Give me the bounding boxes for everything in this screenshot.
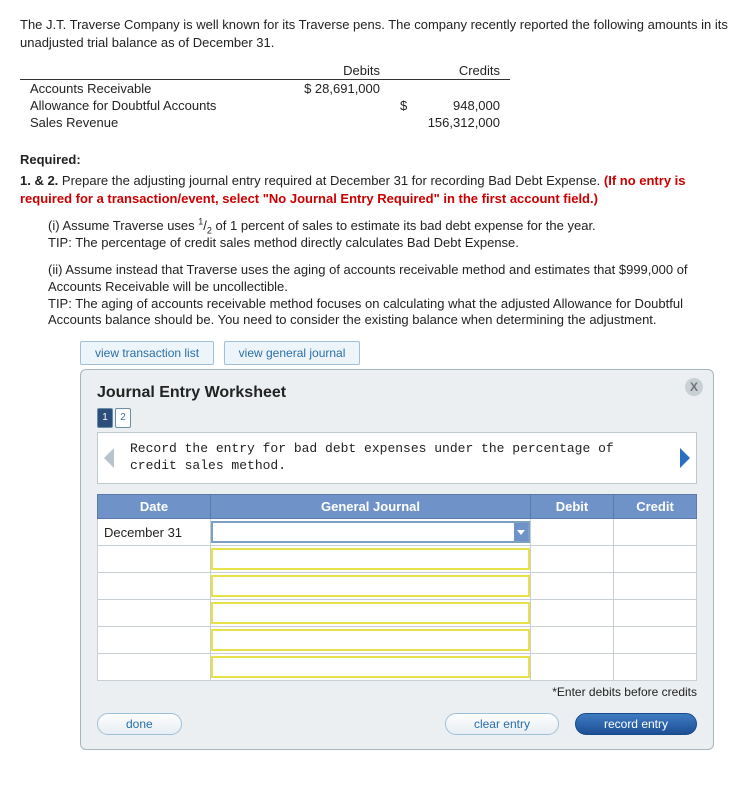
credit-cell-1[interactable] [614,546,697,573]
row-ar-debit: $ 28,691,000 [270,80,390,98]
page-2-button[interactable]: 2 [115,408,131,428]
pager: 1 2 [97,408,697,428]
col-general-journal: General Journal [211,495,531,519]
worksheet-title: Journal Entry Worksheet [97,384,697,402]
account-cell-2[interactable] [211,573,531,600]
col-date: Date [98,495,211,519]
credit-cell-3[interactable] [614,600,697,627]
account-select-0[interactable] [211,519,531,546]
row-allowance-credit: $948,000 [390,97,510,114]
col-credits: Credits [390,62,510,80]
req-ii-tip: TIP: The aging of accounts receivable me… [48,296,683,328]
debit-cell-4[interactable] [531,627,614,654]
date-cell-1[interactable] [98,546,211,573]
col-debits: Debits [270,62,390,80]
account-cell-4[interactable] [211,627,531,654]
next-arrow-icon[interactable] [674,433,696,483]
row-sales-credit: 156,312,000 [390,114,510,131]
view-general-journal-button[interactable]: view general journal [224,341,361,365]
req-text: Prepare the adjusting journal entry requ… [58,173,604,188]
account-cell-1[interactable] [211,546,531,573]
account-cell-5[interactable] [211,654,531,681]
date-cell-5[interactable] [98,654,211,681]
date-cell-3[interactable] [98,600,211,627]
req-i-a: (i) Assume Traverse uses [48,218,198,233]
req-number: 1. & 2. [20,173,58,188]
close-icon[interactable]: X [685,378,703,396]
row-sales: Sales Revenue [20,114,270,131]
prev-arrow-icon[interactable] [98,433,120,483]
footnote: *Enter debits before credits [97,685,697,699]
done-button[interactable]: done [97,713,182,735]
debit-cell-2[interactable] [531,573,614,600]
col-debit: Debit [531,495,614,519]
intro-text: The J.T. Traverse Company is well known … [20,16,732,52]
credit-cell-2[interactable] [614,573,697,600]
debit-cell-1[interactable] [531,546,614,573]
credit-cell-5[interactable] [614,654,697,681]
trial-balance-table: Debits Credits Accounts Receivable $ 28,… [20,62,510,131]
date-cell-4[interactable] [98,627,211,654]
debit-cell-0[interactable] [531,519,614,546]
date-cell-2[interactable] [98,573,211,600]
col-credit: Credit [614,495,697,519]
record-entry-button[interactable]: record entry [575,713,697,735]
req-i-tip: TIP: The percentage of credit sales meth… [48,235,519,250]
page-1-button[interactable]: 1 [97,408,113,428]
date-cell-0[interactable]: December 31 [98,519,211,546]
journal-entry-worksheet-panel: X Journal Entry Worksheet 1 2 Record the… [80,369,714,750]
req-ii-a: (ii) Assume instead that Traverse uses t… [48,262,688,294]
debit-cell-3[interactable] [531,600,614,627]
row-allowance: Allowance for Doubtful Accounts [20,97,270,114]
journal-entry-table: Date General Journal Debit Credit Decemb… [97,494,697,681]
view-transaction-list-button[interactable]: view transaction list [80,341,214,365]
chevron-down-icon[interactable] [514,523,528,541]
instruction-bar: Record the entry for bad debt expenses u… [97,432,697,484]
required-label: Required: [20,152,81,167]
debit-cell-5[interactable] [531,654,614,681]
account-cell-3[interactable] [211,600,531,627]
credit-cell-0[interactable] [614,519,697,546]
credit-cell-4[interactable] [614,627,697,654]
clear-entry-button[interactable]: clear entry [445,713,559,735]
req-i-b: of 1 percent of sales to estimate its ba… [212,218,596,233]
instruction-text: Record the entry for bad debt expenses u… [120,433,674,483]
row-ar: Accounts Receivable [20,80,270,98]
